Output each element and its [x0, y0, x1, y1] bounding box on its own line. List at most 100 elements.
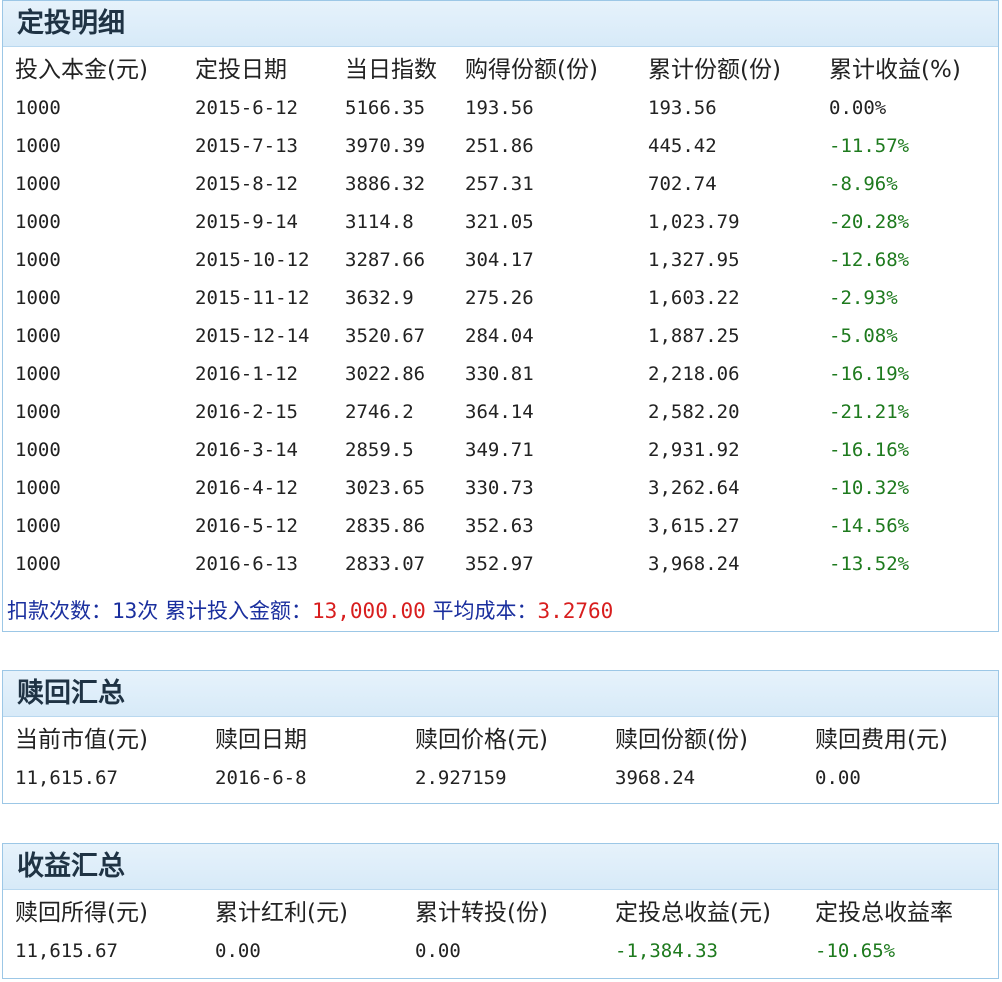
table-row: 1000 2015-7-13 3970.39 251.86 445.42 -11.57% [3, 127, 998, 165]
income-panel-title: 收益汇总 [3, 844, 998, 890]
cell-date: 2015-6-12 [195, 97, 298, 119]
table-row: 1000 2016-4-12 3023.65 330.73 3,262.64 -10.32… [3, 469, 998, 507]
detail-panel-title: 定投明细 [3, 1, 998, 47]
cell-principal: 1000 [15, 325, 61, 347]
cell-index: 3886.32 [345, 173, 426, 195]
redeem-fee: 0.00 [815, 767, 861, 789]
cell-principal: 1000 [15, 249, 61, 271]
cell-cumulative-return: -8.96% [829, 173, 898, 195]
cell-cumulative-shares: 1,887.25 [648, 325, 740, 347]
cell-principal: 1000 [15, 135, 61, 157]
cell-bought-shares: 193.56 [465, 97, 534, 119]
cell-date: 2015-9-14 [195, 211, 298, 233]
table-row: 1000 2016-5-12 2835.86 352.63 3,615.27 -14.56… [3, 507, 998, 545]
cell-bought-shares: 352.97 [465, 553, 534, 575]
cell-date: 2015-11-12 [195, 287, 310, 309]
detail-table-body: 1000 2015-6-12 5166.35 193.56 193.56 0.00% 100… [3, 89, 998, 583]
redemption-table: 当前市值(元) 赎回日期 赎回价格(元) 赎回份额(份) 赎回费用(元) 11,… [3, 721, 998, 797]
col-header-redeem-fee: 赎回费用(元) [815, 727, 948, 753]
cell-cumulative-shares: 2,582.20 [648, 401, 740, 423]
redemption-panel: 赎回汇总 当前市值(元) 赎回日期 赎回价格(元) 赎回份额(份) 赎回费用(元… [2, 670, 999, 804]
cell-index: 5166.35 [345, 97, 426, 119]
cell-cumulative-return: -13.52% [829, 553, 910, 575]
redemption-header: 当前市值(元) 赎回日期 赎回价格(元) 赎回份额(份) 赎回费用(元) [3, 721, 998, 759]
table-row: 1000 2015-10-12 3287.66 304.17 1,327.95 -12.6… [3, 241, 998, 279]
cell-index: 2833.07 [345, 553, 426, 575]
col-header-market-value: 当前市值(元) [15, 727, 148, 753]
col-header-bought-shares: 购得份额(份) [465, 57, 598, 83]
col-header-index: 当日指数 [345, 57, 437, 83]
cell-index: 2835.86 [345, 515, 426, 537]
table-row: 1000 2015-6-12 5166.35 193.56 193.56 0.00% [3, 89, 998, 127]
cell-index: 3022.86 [345, 363, 426, 385]
total-return-rate: -10.65% [815, 940, 896, 962]
cell-date: 2015-7-13 [195, 135, 298, 157]
cell-principal: 1000 [15, 211, 61, 233]
table-row: 1000 2016-6-13 2833.07 352.97 3,968.24 -13.52… [3, 545, 998, 583]
cell-index: 3023.65 [345, 477, 426, 499]
cell-principal: 1000 [15, 363, 61, 385]
cell-cumulative-shares: 2,218.06 [648, 363, 740, 385]
cell-cumulative-shares: 1,023.79 [648, 211, 740, 233]
cell-cumulative-shares: 3,615.27 [648, 515, 740, 537]
table-row: 1000 2015-8-12 3886.32 257.31 702.74 -8.96% [3, 165, 998, 203]
cell-bought-shares: 321.05 [465, 211, 534, 233]
cell-cumulative-shares: 1,327.95 [648, 249, 740, 271]
cell-cumulative-return: -16.16% [829, 439, 910, 461]
col-header-principal: 投入本金(元) [15, 57, 148, 83]
col-header-reinvested: 累计转投(份) [415, 900, 548, 926]
cell-bought-shares: 251.86 [465, 135, 534, 157]
total-label: 累计投入金额： [164, 599, 312, 623]
cell-cumulative-shares: 702.74 [648, 173, 717, 195]
cell-cumulative-return: -10.32% [829, 477, 910, 499]
count-label: 扣款次数： [7, 599, 112, 623]
col-header-total-return-rate: 定投总收益率 [815, 900, 953, 926]
table-row: 1000 2015-12-14 3520.67 284.04 1,887.25 -5.08… [3, 317, 998, 355]
cell-cumulative-return: -20.28% [829, 211, 910, 233]
total-gain: -1,384.33 [615, 940, 718, 962]
redeem-proceeds: 11,615.67 [15, 940, 118, 962]
col-header-total-gain: 定投总收益(元) [615, 900, 771, 926]
cell-cumulative-return: -21.21% [829, 401, 910, 423]
cell-principal: 1000 [15, 477, 61, 499]
redeem-date: 2016-6-8 [215, 767, 307, 789]
col-header-redeem-date: 赎回日期 [215, 727, 307, 753]
dividends: 0.00 [215, 940, 261, 962]
cell-cumulative-return: -16.19% [829, 363, 910, 385]
cell-date: 2016-1-12 [195, 363, 298, 385]
col-header-redeem-proceeds: 赎回所得(元) [15, 900, 148, 926]
table-row: 1000 2015-9-14 3114.8 321.05 1,023.79 -20.28% [3, 203, 998, 241]
cell-bought-shares: 257.31 [465, 173, 534, 195]
cell-date: 2015-10-12 [195, 249, 310, 271]
cell-bought-shares: 352.63 [465, 515, 534, 537]
cell-principal: 1000 [15, 287, 61, 309]
redemption-panel-title: 赎回汇总 [3, 671, 998, 717]
income-panel: 收益汇总 赎回所得(元) 累计红利(元) 累计转投(份) 定投总收益(元) 定投… [2, 843, 999, 979]
cell-date: 2015-12-14 [195, 325, 310, 347]
cell-cumulative-return: -14.56% [829, 515, 910, 537]
cell-principal: 1000 [15, 173, 61, 195]
cell-bought-shares: 275.26 [465, 287, 534, 309]
cell-cumulative-shares: 445.42 [648, 135, 717, 157]
col-header-cumulative-shares: 累计份额(份) [648, 57, 781, 83]
table-row: 1000 2015-11-12 3632.9 275.26 1,603.22 -2.93% [3, 279, 998, 317]
cell-bought-shares: 330.73 [465, 477, 534, 499]
cell-index: 3970.39 [345, 135, 426, 157]
cell-date: 2016-3-14 [195, 439, 298, 461]
table-row: 1000 2016-3-14 2859.5 349.71 2,931.92 -16.16% [3, 431, 998, 469]
cell-principal: 1000 [15, 97, 61, 119]
cell-cumulative-shares: 3,968.24 [648, 553, 740, 575]
col-header-cumulative-return: 累计收益(%) [829, 57, 961, 83]
cell-index: 3632.9 [345, 287, 414, 309]
col-header-date: 定投日期 [195, 57, 287, 83]
cell-cumulative-return: -2.93% [829, 287, 898, 309]
cell-index: 2746.2 [345, 401, 414, 423]
avg-cost-value: 3.2760 [537, 599, 614, 623]
total-value: 13,000.00 [311, 599, 426, 623]
income-table: 赎回所得(元) 累计红利(元) 累计转投(份) 定投总收益(元) 定投总收益率 … [3, 894, 998, 970]
table-row: 1000 2016-1-12 3022.86 330.81 2,218.06 -16.19… [3, 355, 998, 393]
cell-principal: 1000 [15, 553, 61, 575]
redemption-values: 11,615.67 2016-6-8 2.927159 3968.24 0.00 [3, 759, 998, 797]
cell-bought-shares: 284.04 [465, 325, 534, 347]
cell-index: 3287.66 [345, 249, 426, 271]
